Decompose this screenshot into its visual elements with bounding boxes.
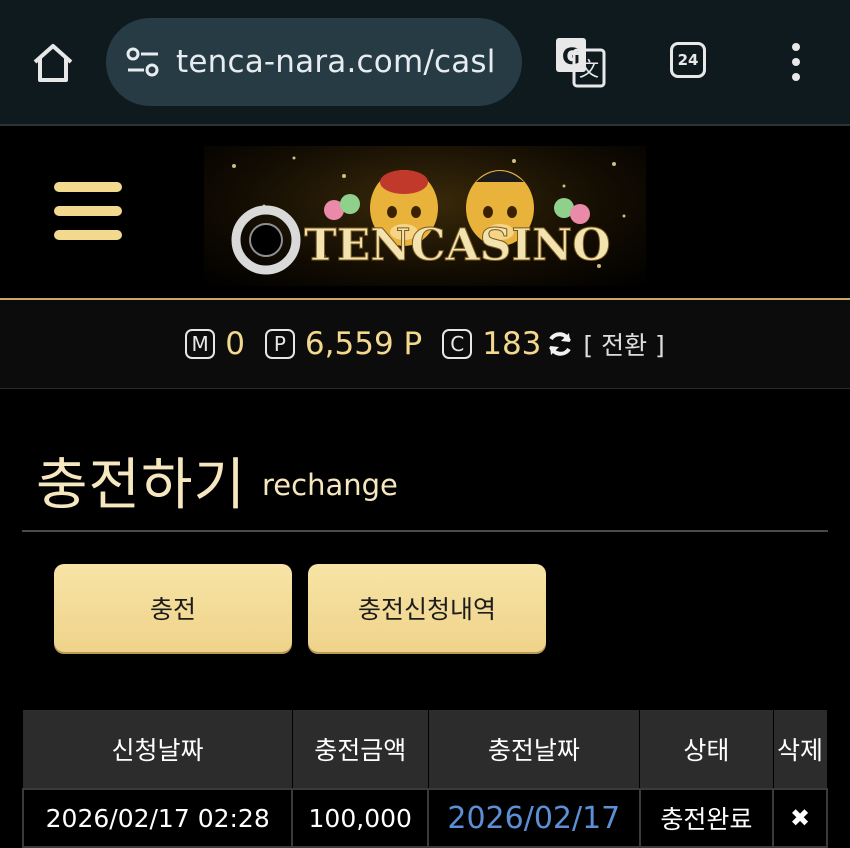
tencasino-logo[interactable]: TENCASINO — [204, 146, 646, 286]
coin-balance: C 183 [ 전환 ] — [442, 326, 665, 362]
url-text: tenca-nara.com/casl — [176, 44, 496, 80]
refresh-icon[interactable] — [545, 329, 575, 359]
c-icon: C — [442, 329, 473, 359]
p-icon: P — [264, 329, 295, 359]
point-balance: P 6,559 P — [264, 326, 423, 362]
cell-request-date: 2026/02/17 02:28 — [21, 788, 294, 848]
header-request-date: 신청날짜 — [23, 710, 293, 789]
more-menu-icon[interactable] — [786, 42, 806, 82]
svg-text:文: 文 — [579, 57, 599, 81]
translate-icon[interactable]: G 文 — [554, 36, 606, 88]
charge-button[interactable]: 충전 — [54, 564, 292, 652]
money-balance: M 0 — [185, 326, 245, 362]
points-bar: M 0 P 6,559 P C 183 [ 전환 ] — [0, 300, 850, 389]
cell-charge-date[interactable]: 2026/02/17 — [427, 788, 641, 848]
cell-amount: 100,000 — [291, 788, 430, 848]
header-charge-date: 충전날짜 — [428, 710, 641, 789]
point-value: 6,559 P — [304, 326, 423, 362]
m-icon: M — [185, 329, 216, 359]
cell-status: 충전완료 — [638, 788, 775, 848]
header-amount: 충전금액 — [292, 710, 429, 789]
header-delete: 삭제 — [773, 710, 828, 789]
table-header-row: 신청날짜 충전금액 충전날짜 상태 삭제 — [23, 710, 828, 789]
logo-wordmark: TENCASINO — [304, 220, 611, 271]
hamburger-menu-icon[interactable] — [54, 182, 122, 242]
charge-history-button[interactable]: 충전신청내역 — [308, 564, 546, 652]
site-settings-icon[interactable] — [124, 43, 162, 81]
title-divider — [22, 530, 828, 532]
page-title: 충전하기 — [36, 453, 247, 518]
tab-switcher-button[interactable]: 24 — [670, 42, 706, 78]
delete-icon[interactable]: ✖ — [772, 788, 828, 848]
home-icon[interactable] — [30, 40, 76, 86]
site-header: TENCASINO — [0, 126, 850, 300]
page-subtitle: rechange — [262, 468, 398, 502]
charge-history-table: 신청날짜 충전금액 충전날짜 상태 삭제 2026/02/17 02:28 10… — [21, 710, 828, 848]
address-bar[interactable]: tenca-nara.com/casl — [106, 18, 522, 106]
coin-value: 183 — [482, 326, 542, 362]
browser-toolbar: tenca-nara.com/casl G 文 24 — [0, 0, 850, 126]
header-status: 상태 — [639, 710, 774, 789]
table-row: 2026/02/17 02:28 100,000 2026/02/17 충전완료… — [21, 788, 828, 848]
switch-button[interactable]: [ 전환 ] — [583, 326, 664, 362]
money-value: 0 — [225, 326, 245, 362]
